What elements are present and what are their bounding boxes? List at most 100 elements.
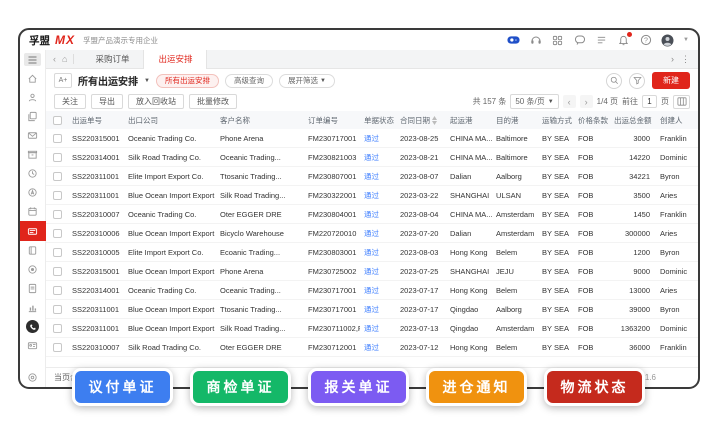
cell-status[interactable]: 通过	[360, 152, 396, 163]
task-list-icon[interactable]	[595, 34, 608, 47]
view-config-icon[interactable]: A+	[54, 73, 72, 88]
home-icon[interactable]	[20, 69, 46, 88]
menu-icon[interactable]	[20, 50, 46, 69]
table-row[interactable]: SS220311001Blue Ocean Import Export Co.S…	[46, 186, 698, 205]
tab-home-icon[interactable]: ⌂	[62, 54, 67, 64]
headset-icon[interactable]	[529, 34, 542, 47]
sort-icon[interactable]	[432, 116, 437, 125]
prev-page-icon[interactable]: ‹	[563, 95, 576, 108]
cell-export-company: Oceanic Trading Co.	[124, 210, 216, 219]
notifications-icon[interactable]	[617, 34, 630, 47]
table-row[interactable]: SS220310005Elite Import Export Co.Ecoani…	[46, 243, 698, 262]
goto-page-input[interactable]	[642, 95, 657, 108]
cell-export-company: Blue Ocean Import Export Co.	[124, 324, 216, 333]
history-icon[interactable]	[20, 164, 46, 183]
brand-name: 孚盟	[29, 33, 50, 48]
cell-status[interactable]: 通过	[360, 190, 396, 201]
overlay-button-logistics-status[interactable]: 物流状态	[544, 368, 645, 406]
table-row[interactable]: SS220315001Oceanic Trading Co.Phone Aren…	[46, 129, 698, 148]
overlay-button-inspection-docs[interactable]: 商检单证	[190, 368, 291, 406]
new-button[interactable]: 新建	[652, 72, 690, 89]
batch-edit-button[interactable]: 批量修改	[189, 94, 237, 110]
cell-status[interactable]: 通过	[360, 285, 396, 296]
view-title-chevron-down-icon[interactable]: ▼	[144, 78, 150, 84]
table-row[interactable]: SS220311001Elite Import Export Co.Ttosan…	[46, 167, 698, 186]
tab-back-icon[interactable]: ‹	[53, 54, 56, 64]
overlay-button-customs-docs[interactable]: 报关单证	[308, 368, 409, 406]
chart-icon[interactable]	[20, 298, 46, 317]
row-checkbox[interactable]	[53, 134, 62, 143]
filter-pill-all-shipments[interactable]: 所有出运安排	[156, 74, 219, 88]
overlay-button-negotiation-docs[interactable]: 议付单证	[72, 368, 173, 406]
disc-icon[interactable]	[20, 260, 46, 279]
cell-status[interactable]: 通过	[360, 228, 396, 239]
id-card-icon[interactable]	[20, 336, 46, 355]
export-button[interactable]: 导出	[91, 94, 123, 110]
copy-icon[interactable]	[20, 107, 46, 126]
search-icon[interactable]	[606, 73, 622, 89]
mail-icon[interactable]	[20, 126, 46, 145]
tab-more-icon[interactable]: ⋮	[681, 54, 690, 65]
cell-status[interactable]: 通过	[360, 209, 396, 220]
table-row[interactable]: SS220315001Blue Ocean Import Export Co.P…	[46, 262, 698, 281]
phone-icon[interactable]	[20, 317, 46, 336]
user-icon[interactable]	[20, 88, 46, 107]
table-row[interactable]: SS220314001Silk Road Trading Co.Oceanic …	[46, 148, 698, 167]
book-icon[interactable]	[20, 241, 46, 260]
cell-status[interactable]: 通过	[360, 247, 396, 258]
table-row[interactable]: SS220311001Blue Ocean Import Export Co.T…	[46, 300, 698, 319]
row-checkbox[interactable]	[53, 153, 62, 162]
compass-icon[interactable]	[20, 183, 46, 202]
overlay-button-warehouse-notice[interactable]: 进仓通知	[426, 368, 527, 406]
cell-status[interactable]: 通过	[360, 304, 396, 315]
cell-status[interactable]: 通过	[360, 266, 396, 277]
row-checkbox[interactable]	[53, 210, 62, 219]
row-checkbox[interactable]	[53, 172, 62, 181]
file-icon[interactable]	[20, 279, 46, 298]
row-checkbox[interactable]	[53, 248, 62, 257]
tab-purchase-orders[interactable]: 采购订单	[81, 50, 144, 69]
filter-pill-advanced-search[interactable]: 高级查询	[225, 74, 273, 88]
table-row[interactable]: SS220314001Oceanic Trading Co.Oceanic Tr…	[46, 281, 698, 300]
column-settings-icon[interactable]	[673, 95, 690, 109]
row-checkbox[interactable]	[53, 324, 62, 333]
cell-status[interactable]: 通过	[360, 342, 396, 353]
row-checkbox[interactable]	[53, 229, 62, 238]
follow-button[interactable]: 关注	[54, 94, 86, 110]
tab-shipping-arrangement[interactable]: 出运安排	[144, 50, 207, 69]
avatar-chevron-down-icon[interactable]: ▼	[683, 37, 689, 43]
next-page-icon[interactable]: ›	[580, 95, 593, 108]
calendar-icon[interactable]	[20, 202, 46, 221]
ai-assistant-icon[interactable]	[507, 34, 520, 47]
view-title[interactable]: 所有出运安排	[78, 73, 138, 88]
select-all-checkbox[interactable]	[53, 116, 62, 125]
package-icon[interactable]	[20, 145, 46, 164]
filter-funnel-icon[interactable]	[629, 73, 645, 89]
recycle-bin-button[interactable]: 放入回收站	[128, 94, 184, 110]
cell-creator: Aries	[656, 286, 694, 295]
cell-status[interactable]: 通过	[360, 171, 396, 182]
cell-creator: Aries	[656, 229, 694, 238]
column-header-contract-date[interactable]: 合同日期	[396, 115, 446, 126]
row-checkbox[interactable]	[53, 305, 62, 314]
cell-status[interactable]: 通过	[360, 133, 396, 144]
row-checkbox[interactable]	[53, 191, 62, 200]
page-size-select[interactable]: 50 条/页 ▼	[510, 94, 558, 109]
user-avatar[interactable]	[661, 34, 674, 47]
cell-status[interactable]: 通过	[360, 323, 396, 334]
row-checkbox[interactable]	[53, 286, 62, 295]
row-checkbox[interactable]	[53, 343, 62, 352]
filter-pill-expand-filters[interactable]: 展开筛选 ▼	[279, 74, 335, 88]
cell-port-of-loading: CHINA MA...	[446, 210, 492, 219]
tab-scroll-right-icon[interactable]: ›	[671, 54, 674, 64]
shipping-module-icon[interactable]	[20, 221, 46, 241]
table-row[interactable]: SS220310007Oceanic Trading Co.Oter EGGER…	[46, 205, 698, 224]
table-row[interactable]: SS220311001Blue Ocean Import Export Co.S…	[46, 319, 698, 338]
apps-grid-icon[interactable]	[551, 34, 564, 47]
cell-total-amount: 36000	[610, 343, 656, 352]
row-checkbox[interactable]	[53, 267, 62, 276]
table-row[interactable]: SS220310007Silk Road Trading Co.Oter EGG…	[46, 338, 698, 357]
chat-icon[interactable]	[573, 34, 586, 47]
help-icon[interactable]: ?	[639, 34, 652, 47]
table-row[interactable]: SS220310006Blue Ocean Import Export Co.B…	[46, 224, 698, 243]
